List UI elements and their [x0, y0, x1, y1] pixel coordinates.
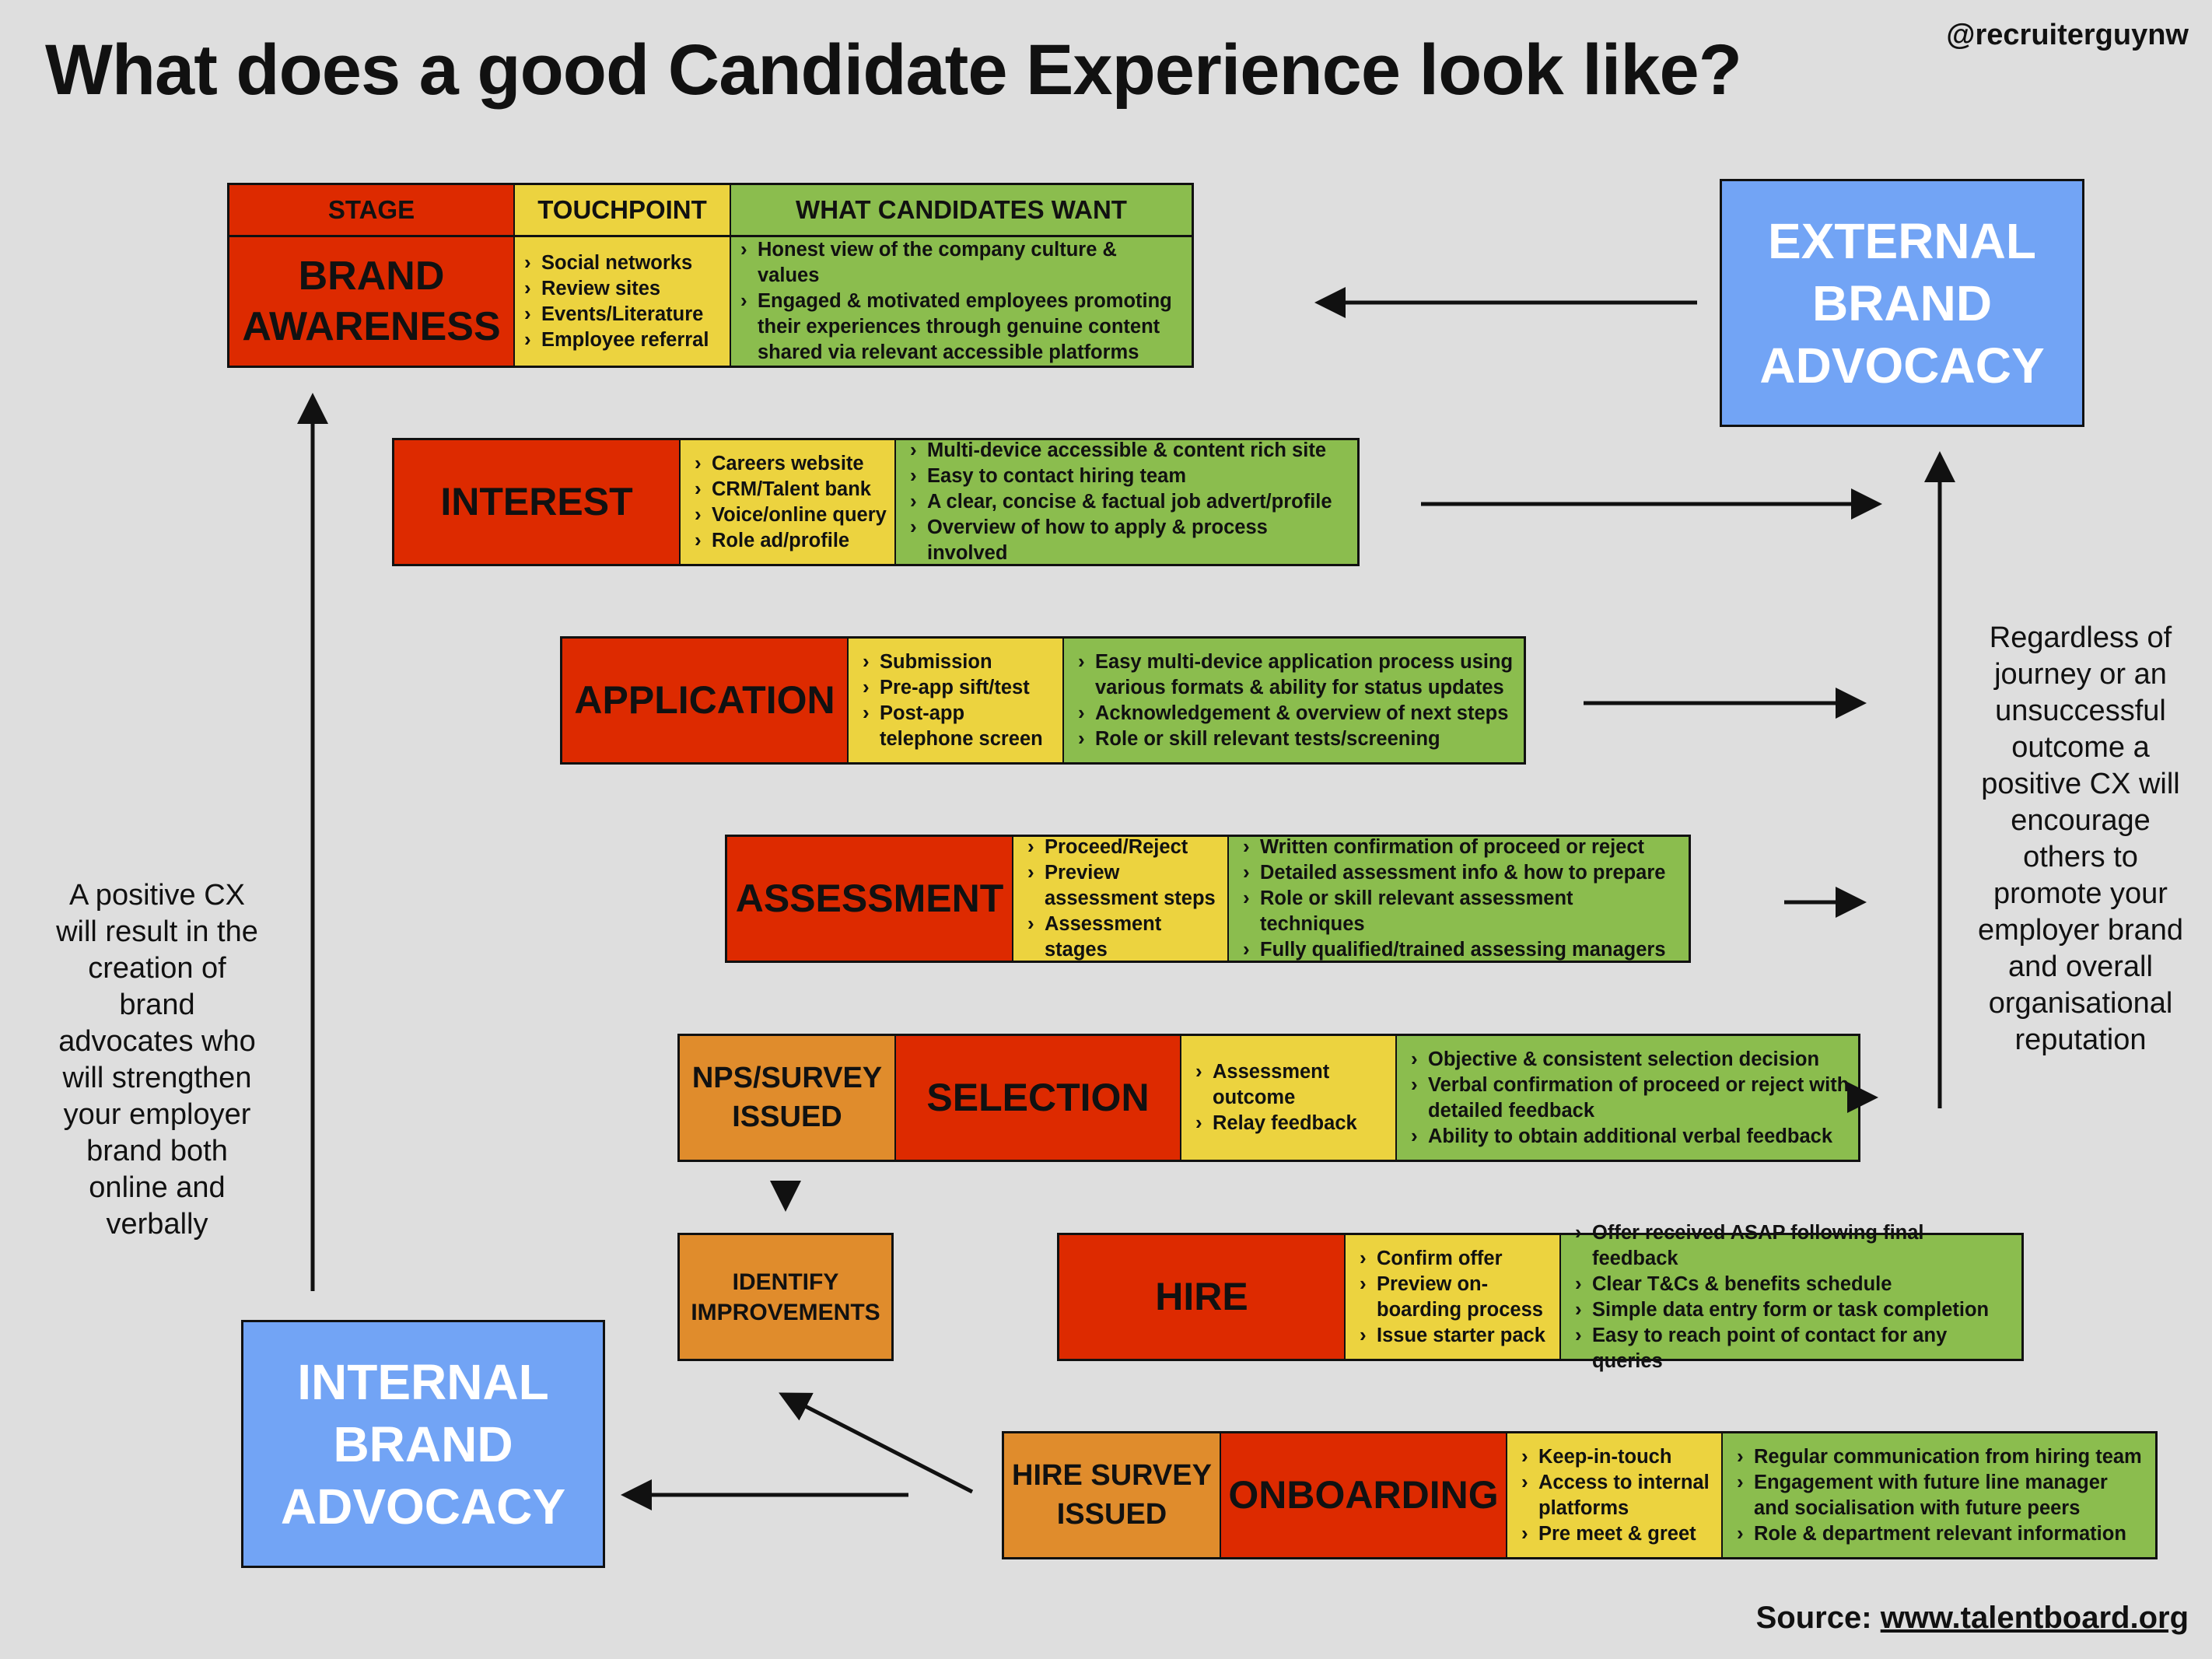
- source-label: Source:: [1755, 1601, 1872, 1635]
- arrow-hire-survey-to-identify: [779, 1392, 974, 1494]
- source-credit: Source: www.talentboard.org: [1756, 1601, 2189, 1636]
- flow-arrows: [297, 287, 1955, 1510]
- source-link[interactable]: www.talentboard.org: [1881, 1601, 2189, 1635]
